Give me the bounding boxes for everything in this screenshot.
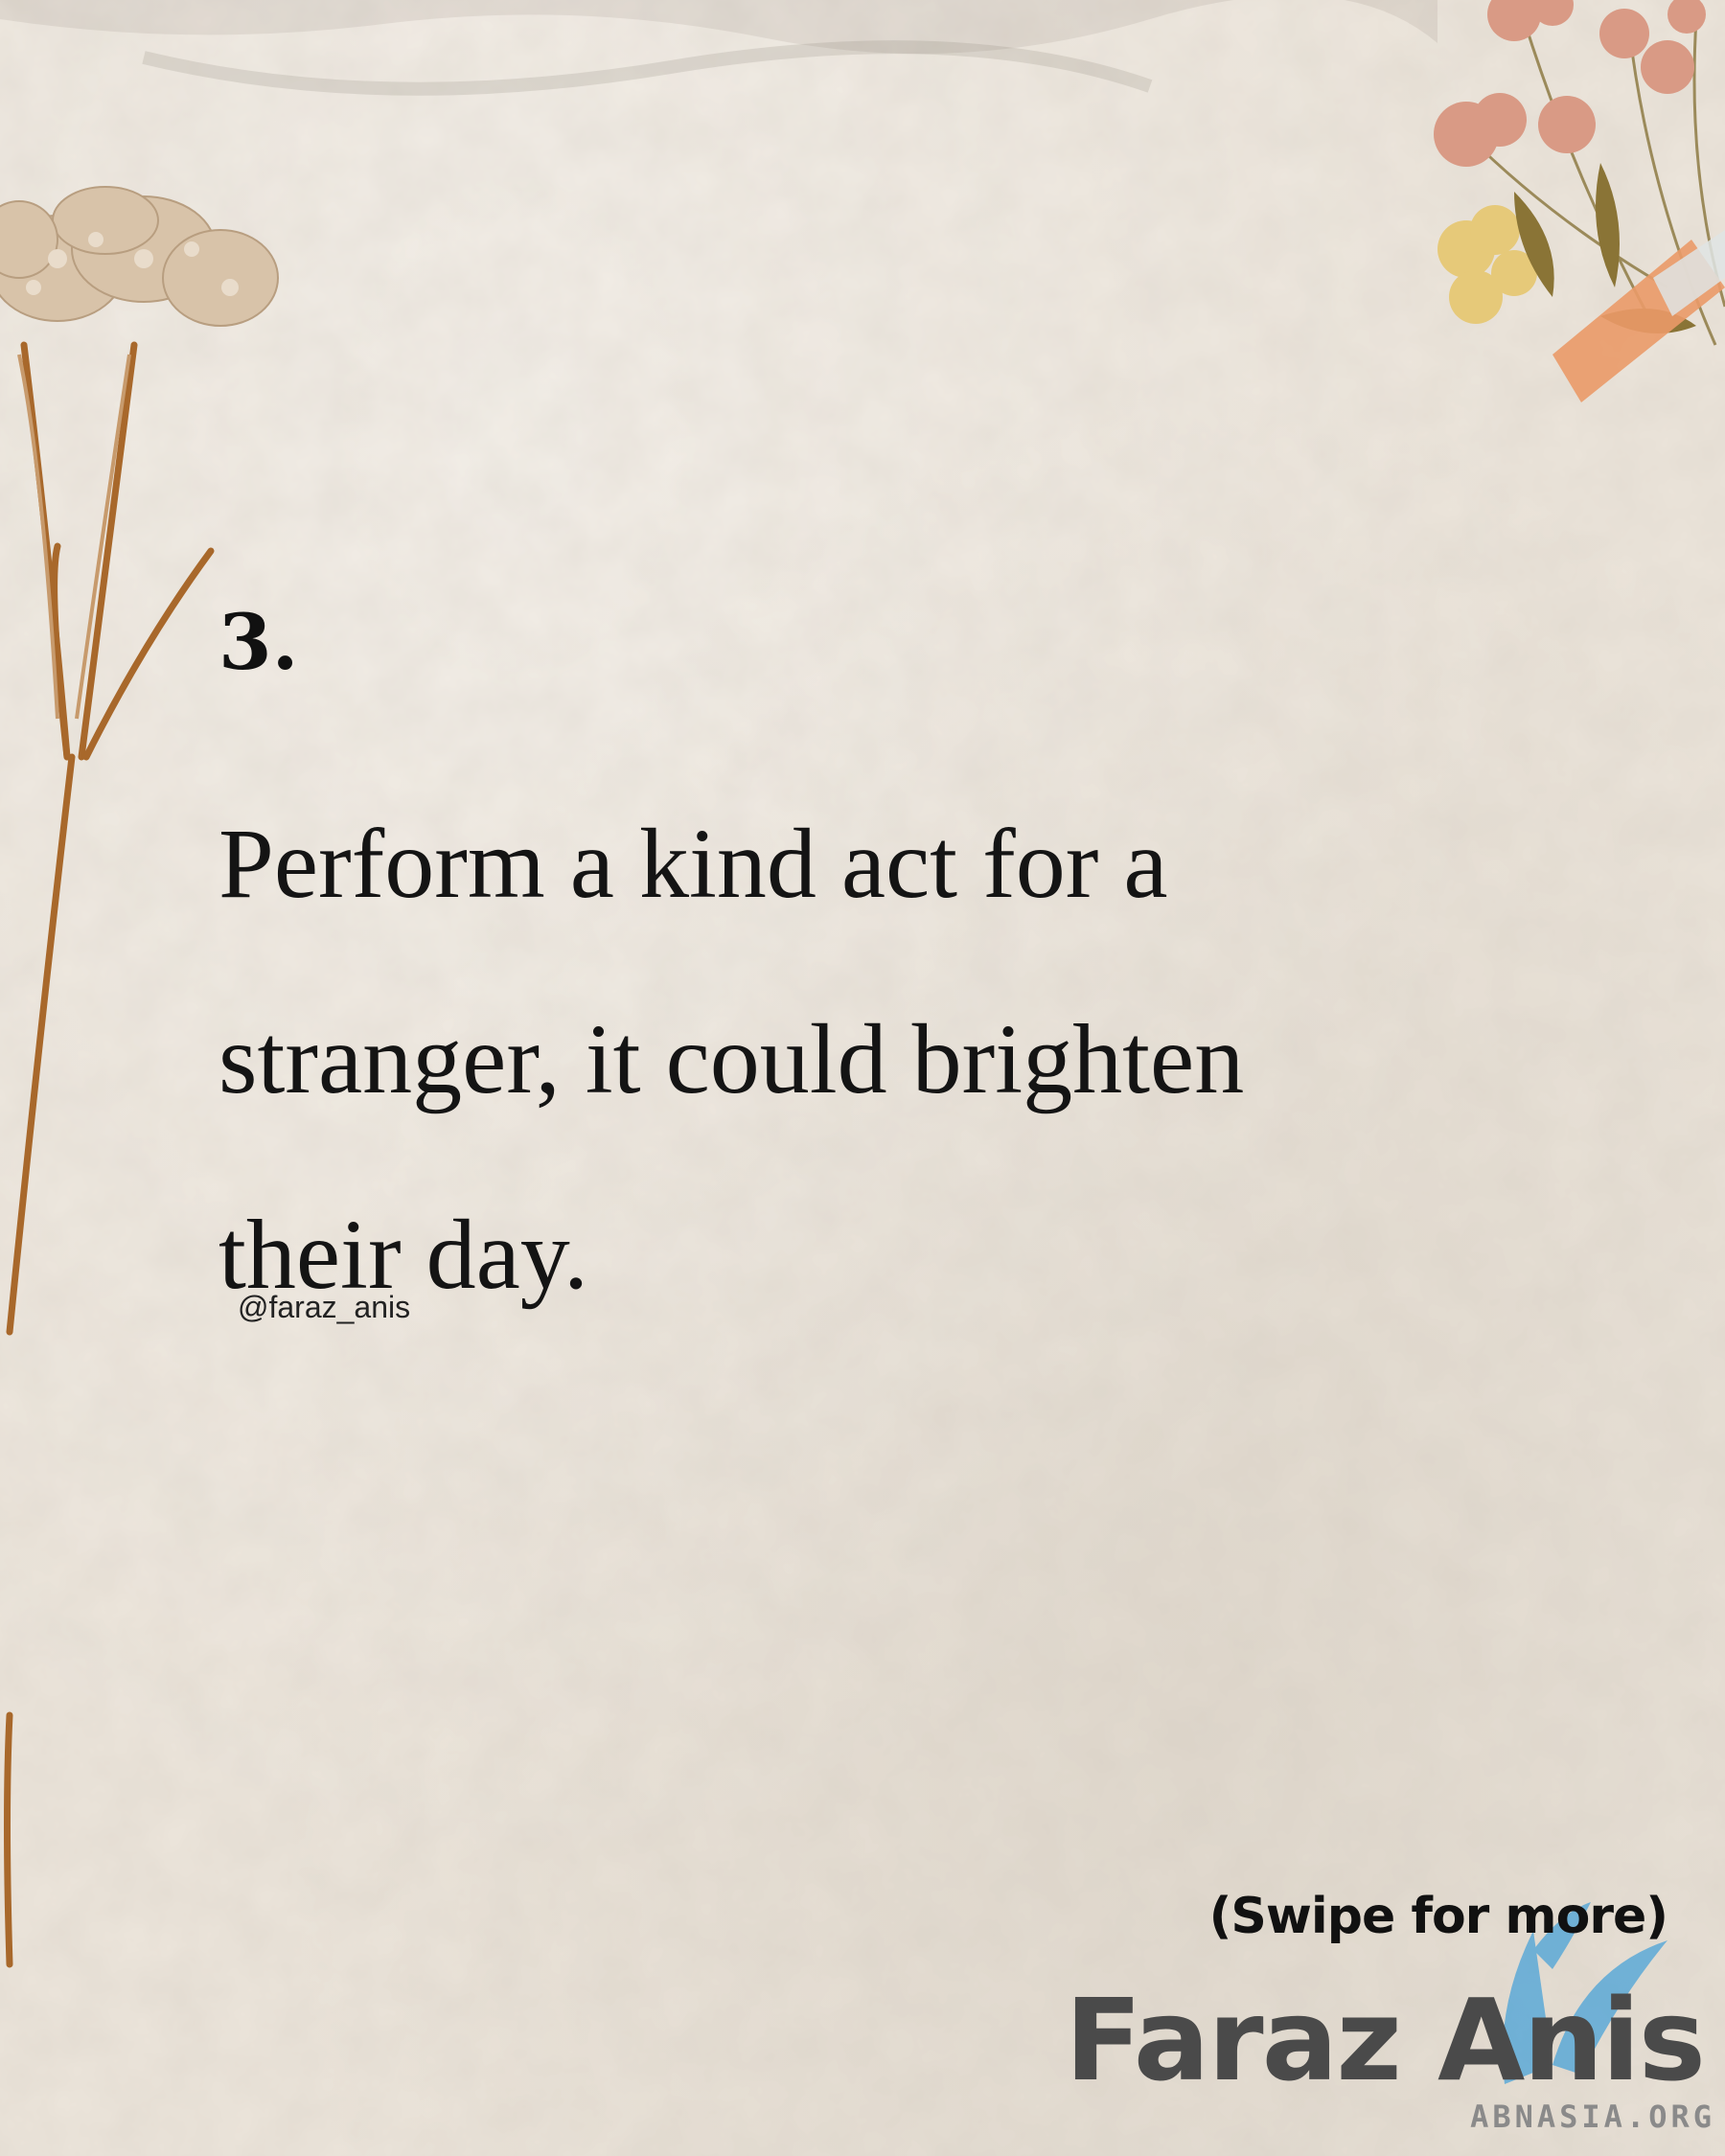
tape-strip-icon [1552, 230, 1725, 402]
slide-page: 3. Perform a kind act for a stranger, it… [0, 0, 1725, 2156]
author-handle: @faraz_anis [238, 1290, 411, 1324]
quote-line: their day. [218, 1200, 588, 1310]
quote-line: Perform a kind act for a [218, 809, 1168, 919]
watermark-name: Faraz Anis [1065, 1974, 1706, 2106]
quote-text: Perform a kind act for a stranger, it co… [218, 767, 1560, 1353]
watermark-site: ABNASIA.ORG [1470, 2099, 1715, 2135]
item-number: 3. [218, 597, 299, 687]
quote-line: stranger, it could brighten [218, 1004, 1245, 1114]
swipe-hint: (Swipe for more) [1208, 1888, 1668, 1945]
